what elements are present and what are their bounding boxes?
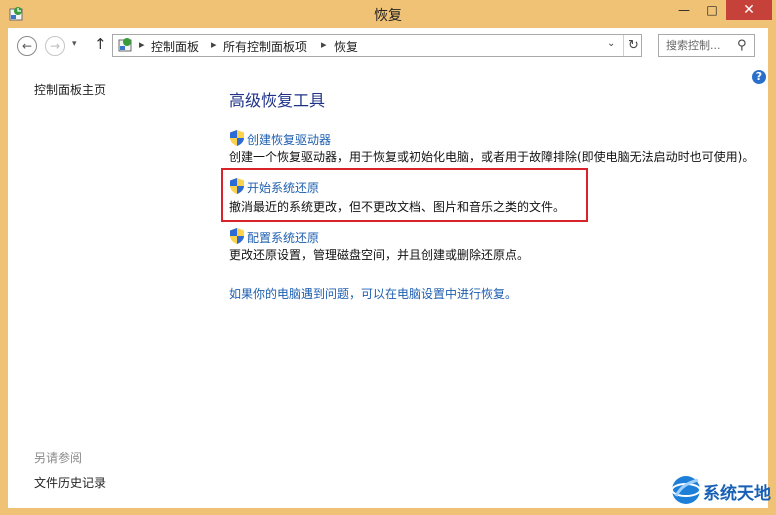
content-area: ? 控制面板主页 另请参阅 文件历史记录 高级恢复工具 创建恢复驱动器 创建一个… [8, 64, 768, 508]
start-system-restore-desc: 撤消最近的系统更改，但不更改文档、图片和音乐之类的文件。 [229, 200, 566, 214]
sidebar-see-also-label: 另请参阅 [34, 451, 83, 465]
forward-button[interactable]: → [45, 36, 65, 56]
uac-shield-icon [230, 178, 244, 194]
title-bar[interactable]: 恢复 — □ ✕ [0, 0, 776, 28]
start-system-restore-link[interactable]: 开始系统还原 [247, 179, 319, 196]
watermark-globe-icon [671, 476, 701, 504]
minimize-button[interactable]: — [670, 0, 698, 20]
breadcrumb-control-panel[interactable]: 控制面板 [151, 38, 199, 55]
watermark-text: 系统天地 [703, 484, 771, 504]
navigation-bar: ← → ▾ ↑ ▸ 控制面板 ▸ 所有控制面板项 ▸ 恢复 ⌄ ↻ ⚲ [8, 28, 768, 64]
up-button[interactable]: ↑ [94, 35, 107, 53]
address-dropdown-icon[interactable]: ⌄ [607, 38, 615, 49]
search-input[interactable] [659, 35, 735, 56]
breadcrumb-separator-icon[interactable]: ▸ [321, 38, 327, 51]
sidebar-file-history-link[interactable]: 文件历史记录 [34, 474, 106, 491]
breadcrumb-separator-icon[interactable]: ▸ [211, 38, 217, 51]
control-panel-icon [118, 38, 132, 52]
close-button[interactable]: ✕ [726, 0, 772, 20]
uac-shield-icon [230, 228, 244, 244]
search-box[interactable]: ⚲ [658, 34, 755, 57]
configure-system-restore-desc: 更改还原设置，管理磁盘空间，并且创建或删除还原点。 [229, 248, 530, 262]
breadcrumb-all-items[interactable]: 所有控制面板项 [223, 38, 307, 55]
address-bar[interactable]: ▸ 控制面板 ▸ 所有控制面板项 ▸ 恢复 ⌄ ↻ [112, 34, 642, 57]
create-recovery-drive-desc: 创建一个恢复驱动器，用于恢复或初始化电脑，或者用于故障排除(即使电脑无法启动时也… [229, 150, 755, 164]
control-panel-window: 恢复 — □ ✕ ← → ▾ ↑ ▸ 控制面板 ▸ 所有控制面板项 ▸ 恢复 ⌄… [0, 0, 776, 515]
pc-settings-recovery-link[interactable]: 如果你的电脑遇到问题，可以在电脑设置中进行恢复。 [229, 285, 517, 302]
window-title: 恢复 [374, 8, 402, 24]
refresh-button[interactable]: ↻ [623, 35, 643, 56]
maximize-button[interactable]: □ [698, 0, 726, 20]
recent-locations-icon[interactable]: ▾ [72, 39, 77, 49]
breadcrumb-recovery[interactable]: 恢复 [334, 38, 358, 55]
uac-shield-icon [230, 130, 244, 146]
back-button[interactable]: ← [17, 36, 37, 56]
breadcrumb-separator-icon[interactable]: ▸ [139, 38, 145, 51]
create-recovery-drive-link[interactable]: 创建恢复驱动器 [247, 131, 331, 148]
search-icon[interactable]: ⚲ [737, 38, 747, 53]
page-title: 高级恢复工具 [229, 91, 326, 110]
configure-system-restore-link[interactable]: 配置系统还原 [247, 229, 319, 246]
help-icon[interactable]: ? [752, 70, 766, 84]
sidebar-control-panel-home[interactable]: 控制面板主页 [34, 81, 106, 98]
watermark-logo: 系统天地 [668, 468, 774, 512]
